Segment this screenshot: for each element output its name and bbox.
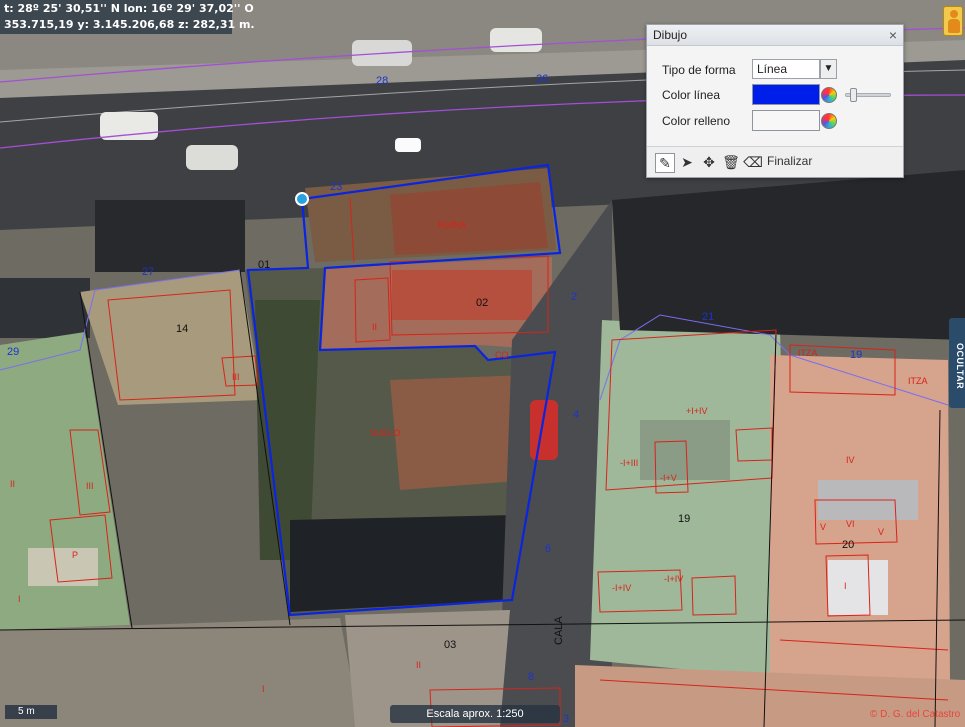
shape-type-select[interactable]: Línea (752, 59, 820, 79)
street-number-26: 26 (536, 73, 548, 85)
street-name-cala: CALA (553, 616, 565, 645)
close-icon[interactable]: × (889, 27, 897, 43)
coordinate-xyz: 353.715,19 y: 3.145.206,68 z: 282,31 m. (4, 18, 255, 31)
label-v: V (878, 527, 884, 537)
chevron-down-icon[interactable]: ▼ (820, 59, 837, 79)
coordinate-latlon: t: 28º 25' 30,51'' N lon: 16º 29' 37,02'… (4, 2, 254, 15)
street-number-3: 3 (563, 713, 569, 725)
label-i: I (18, 594, 21, 604)
line-width-slider-handle[interactable] (850, 88, 857, 102)
pencil-icon[interactable]: ✎ (655, 153, 675, 173)
street-number-23: 23 (330, 181, 342, 193)
street-number-6: 6 (545, 543, 551, 555)
label-itza: ITZA (798, 348, 818, 358)
label-i-v: -I+V (660, 473, 677, 483)
label-ii: II (10, 479, 15, 489)
parcel-02: 02 (476, 297, 488, 309)
color-wheel-icon[interactable] (821, 113, 837, 129)
pointer-icon[interactable]: ➤ (677, 153, 697, 173)
coordinate-readout: t: 28º 25' 30,51'' N lon: 16º 29' 37,02'… (0, 0, 255, 34)
street-number-2: 2 (571, 291, 577, 303)
street-number-21: 21 (702, 311, 714, 323)
label-iii: III (232, 372, 240, 382)
scale-bar: 5 m (5, 705, 57, 719)
drawing-toolbar: ✎ ➤ ✥ 🗑 ⌫ Finalizar (647, 146, 903, 177)
label-v: V (820, 522, 826, 532)
panel-title: Dibujo (653, 28, 688, 42)
fill-color-swatch[interactable] (752, 110, 820, 131)
label-iii: III (86, 481, 94, 491)
parcel-03: 03 (444, 639, 456, 651)
scale-text: Escala aprox. 1:250 (390, 705, 560, 723)
street-number-4: 4 (573, 409, 579, 421)
line-color-label: Color línea (662, 88, 721, 102)
eraser-icon[interactable]: ⌫ (743, 153, 763, 173)
move-icon[interactable]: ✥ (699, 153, 719, 173)
parcel-19: 19 (678, 513, 690, 525)
street-number-19: 19 (850, 349, 862, 361)
finalize-button[interactable]: Finalizar (767, 154, 812, 168)
color-wheel-icon[interactable] (821, 87, 837, 103)
street-number-8: 8 (528, 671, 534, 683)
street-number-28: 28 (376, 75, 388, 87)
label-ruina: RUINA (438, 220, 466, 230)
copyright-text: © D. G. del Catastro (870, 709, 961, 720)
label-iv: IV (846, 455, 855, 465)
label-i-iv: +I+IV (686, 406, 708, 416)
line-color-swatch[interactable] (752, 84, 820, 105)
label-p: P (72, 550, 78, 560)
label-i: I (262, 684, 265, 694)
street-number-27: 27 (142, 266, 154, 278)
label-i: I (844, 581, 847, 591)
panel-title-bar: Dibujo × (647, 25, 903, 46)
label-itza: ITZA (908, 376, 928, 386)
parcel-20: 20 (842, 539, 854, 551)
label-i-iii: -I+III (620, 458, 638, 468)
label-suelo: SUELO (370, 428, 401, 438)
label-vi: VI (846, 519, 855, 529)
label-i-iv: -I+IV (612, 583, 631, 593)
parcel-14: 14 (176, 323, 188, 335)
fill-color-label: Color relleno (662, 114, 731, 128)
drawing-panel: Dibujo × Tipo de forma Línea ▼ Color lín… (646, 24, 904, 178)
street-view-pegman-icon[interactable] (943, 6, 963, 36)
parcel-01: 01 (258, 259, 270, 271)
hide-panel-tab[interactable]: OCULTAR (949, 318, 965, 408)
label-ii: II (416, 660, 421, 670)
label-ii: II (372, 322, 377, 332)
label-co: CO (495, 350, 509, 360)
shape-type-label: Tipo de forma (662, 63, 736, 77)
trash-icon[interactable]: 🗑 (721, 153, 741, 173)
label-i-iv: -I+IV (664, 574, 683, 584)
street-number-29: 29 (7, 346, 19, 358)
